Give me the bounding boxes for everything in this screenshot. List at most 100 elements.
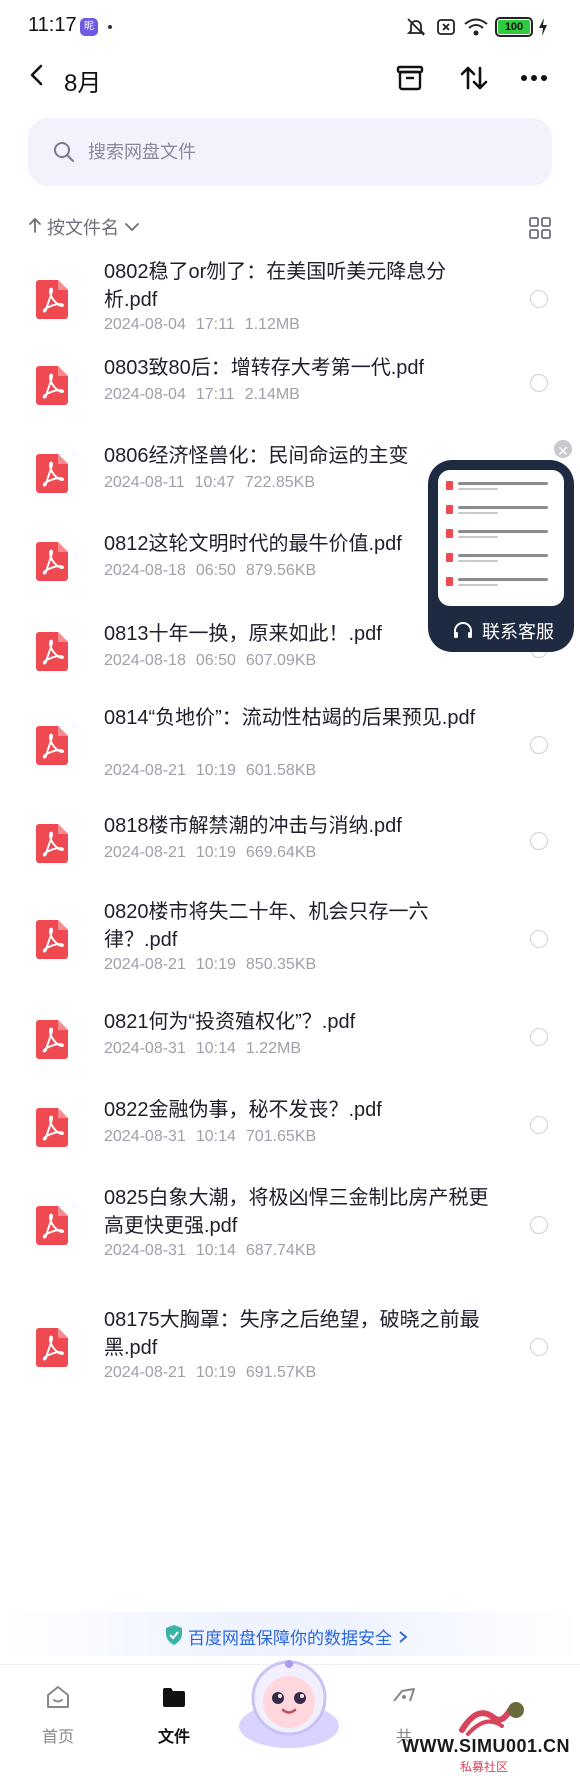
grid-view-button[interactable] (528, 216, 552, 240)
file-meta: 2024-08-18 06:50 607.09KB (104, 652, 326, 670)
sort-selector[interactable]: 按文件名 (28, 214, 140, 244)
file-time: 17:11 (195, 316, 235, 333)
mascot-assistant-button[interactable] (236, 1646, 342, 1752)
file-row[interactable]: 08175大胸罩：失序之后绝望，破晓之前最黑.pdf 2024-08-21 10:1… (0, 1298, 580, 1398)
file-meta: 2024-08-21 10:19 850.35KB (104, 956, 326, 974)
file-date: 2024-08-21 (104, 762, 186, 779)
sort-button[interactable] (456, 60, 492, 96)
file-select-radio[interactable] (530, 290, 548, 308)
file-row[interactable]: 0825白象大潮，将极凶悍三金制比房产税更高更快更强.pdf 2024-08-31… (0, 1176, 580, 1276)
file-size: 701.65KB (245, 1128, 317, 1145)
mascot-icon (239, 1660, 339, 1748)
close-icon: ✕ (557, 443, 569, 459)
file-meta: 2024-08-18 06:50 879.56KB (104, 562, 326, 580)
file-select-radio[interactable] (530, 374, 548, 392)
file-select-radio[interactable] (530, 736, 548, 754)
file-name: 0820楼市将失二十年、机会只存一六律？.pdf (104, 901, 429, 951)
customer-service-widget[interactable]: 联系客服 (428, 460, 574, 652)
file-row[interactable]: 0818楼市解禁潮的冲击与消纳.pdf 2024-08-21 10:19 669.64… (0, 804, 580, 876)
charging-icon (537, 16, 549, 38)
arrow-up-icon (28, 217, 47, 238)
pdf-file-icon (34, 724, 70, 766)
file-time: 10:14 (195, 1128, 236, 1145)
file-meta: 2024-08-11 10:47 722.85KB (104, 474, 325, 492)
file-size: 687.74KB (245, 1242, 317, 1259)
file-date: 2024-08-31 (104, 1128, 186, 1145)
file-meta: 2024-08-31 10:14 687.74KB (104, 1242, 326, 1260)
file-date: 2024-08-18 (104, 652, 186, 669)
file-row[interactable]: 0814“负地价”：流动性枯竭的后果预见.pdf 2024-08-21 10:19 6… (0, 696, 580, 796)
widget-close-button[interactable]: ✕ (552, 438, 574, 460)
file-row[interactable]: 0821何为“投资殖权化”？.pdf 2024-08-31 10:14 1.22MB (0, 1000, 580, 1072)
file-date: 2024-08-31 (104, 1040, 186, 1057)
pdf-file-icon (34, 1326, 70, 1368)
file-meta: 2024-08-31 10:14 701.65KB (104, 1128, 326, 1146)
grid-icon (529, 217, 551, 239)
nav-files[interactable]: 文件 (134, 1665, 214, 1746)
file-date: 2024-08-18 (104, 562, 186, 579)
file-meta: 2024-08-21 10:19 691.57KB (104, 1364, 326, 1382)
file-date: 2024-08-11 (104, 474, 185, 491)
pdf-file-icon (34, 1106, 70, 1148)
file-select-radio[interactable] (530, 832, 548, 850)
file-name: 0821何为“投资殖权化”？.pdf (104, 1011, 356, 1033)
pdf-file-icon (34, 1018, 70, 1060)
folder-icon (163, 1688, 185, 1707)
file-size: 722.85KB (244, 474, 315, 491)
file-time: 06:50 (195, 562, 236, 579)
battery-indicator: 100 (495, 17, 533, 37)
nav-home[interactable]: 首页 (18, 1665, 98, 1746)
search-icon (52, 140, 76, 169)
file-time: 10:19 (195, 844, 236, 861)
file-time: 10:47 (194, 474, 235, 491)
search-bar[interactable] (28, 118, 552, 186)
chevron-right-icon (399, 1631, 408, 1643)
file-time: 10:19 (195, 1364, 236, 1381)
no-sim-icon (435, 16, 457, 38)
watermark-text: WWW.SIMU001.CN (402, 1736, 571, 1756)
file-meta: 2024-08-21 10:19 601.58KB (104, 762, 326, 780)
file-size: 607.09KB (245, 652, 317, 669)
search-input[interactable] (88, 134, 508, 170)
file-name: 0814“负地价”：流动性枯竭的后果预见.pdf (104, 707, 476, 729)
file-time: 17:11 (195, 386, 235, 403)
file-row[interactable]: 0822金融伪事，秘不发丧？.pdf 2024-08-31 10:14 701.65K… (0, 1088, 580, 1160)
file-name: 0822金融伪事，秘不发丧？.pdf (104, 1099, 382, 1121)
file-date: 2024-08-04 (104, 316, 186, 333)
file-size: 601.58KB (245, 762, 317, 779)
file-row[interactable]: 0803致80后：增转存大考第一代.pdf 2024-08-04 17:11 2.14… (0, 346, 580, 418)
file-row[interactable]: 0820楼市将失二十年、机会只存一六律？.pdf 2024-08-21 10:19 8… (0, 890, 580, 990)
pdf-file-icon (34, 452, 70, 494)
pdf-file-icon (34, 822, 70, 864)
file-select-radio[interactable] (530, 930, 548, 948)
shield-icon (164, 1624, 184, 1651)
back-button[interactable] (22, 60, 52, 90)
home-icon (47, 1686, 69, 1708)
file-name: 0803致80后：增转存大考第一代.pdf (104, 357, 425, 379)
file-name: 0825白象大潮，将极凶悍三金制比房产税更高更快更强.pdf (104, 1187, 489, 1237)
nav-files-label: 文件 (157, 1729, 190, 1746)
file-select-radio[interactable] (530, 1116, 548, 1134)
file-date: 2024-08-31 (104, 1242, 186, 1259)
more-button[interactable] (516, 60, 552, 96)
watermark-logo (459, 1702, 524, 1736)
file-time: 10:19 (195, 956, 236, 973)
file-meta: 2024-08-21 10:19 669.64KB (104, 844, 326, 862)
archive-button[interactable] (392, 60, 428, 96)
contact-support-button[interactable]: 联系客服 (428, 610, 574, 650)
file-size: 879.56KB (245, 562, 317, 579)
file-select-radio[interactable] (530, 1338, 548, 1356)
file-date: 2024-08-21 (104, 956, 186, 973)
pdf-file-icon (34, 540, 70, 582)
file-select-radio[interactable] (530, 1216, 548, 1234)
file-name: 0818楼市解禁潮的冲击与消纳.pdf (104, 815, 402, 837)
file-name: 0802稳了or刎了：在美国听美元降息分析.pdf (104, 261, 447, 311)
file-size: 691.57KB (245, 1364, 317, 1381)
wifi-icon (463, 16, 489, 38)
file-select-radio[interactable] (530, 1028, 548, 1046)
widget-preview (438, 470, 564, 606)
file-time: 10:14 (195, 1242, 236, 1259)
file-time: 10:19 (195, 762, 236, 779)
file-meta: 2024-08-31 10:14 1.22MB (104, 1040, 311, 1058)
file-row[interactable]: 0802稳了or刎了：在美国听美元降息分析.pdf 2024-08-04 17:11… (0, 250, 580, 350)
